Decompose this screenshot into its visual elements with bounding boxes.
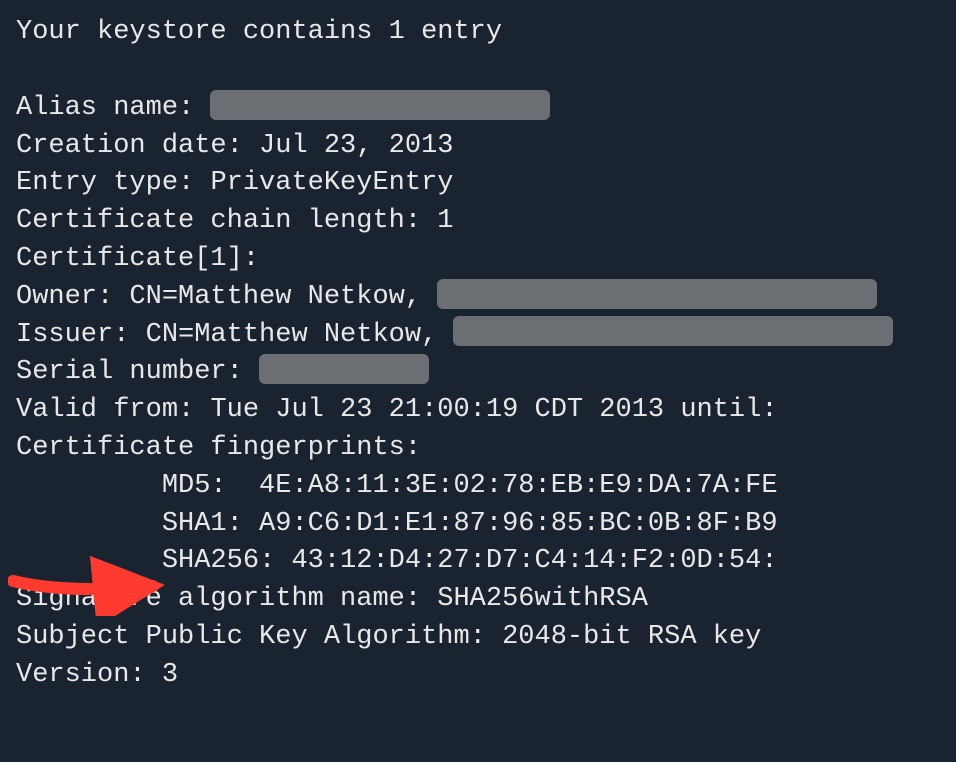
sha256-value: 43:12:D4:27:D7:C4:14:F2:0D:54: [291, 546, 777, 576]
issuer-redacted [453, 316, 893, 346]
creation-date-line: Creation date: Jul 23, 2013 [16, 128, 940, 166]
alias-label: Alias name: [16, 93, 210, 123]
serial-line: Serial number: [16, 354, 940, 392]
subj-pk-alg-value: 2048-bit RSA key [502, 622, 761, 652]
sha1-label: SHA1: [16, 509, 259, 539]
valid-from-label: Valid from: [16, 395, 210, 425]
keystore-header: Your keystore contains 1 entry [16, 14, 940, 52]
owner-label: Owner: [16, 282, 129, 312]
cert-chain-length-label: Certificate chain length: [16, 206, 437, 236]
issuer-line: Issuer: CN=Matthew Netkow, [16, 317, 940, 355]
owner-redacted [437, 279, 877, 309]
valid-until-label: until: [664, 395, 777, 425]
sha256-line: SHA256: 43:12:D4:27:D7:C4:14:F2:0D:54: [16, 543, 940, 581]
md5-label: MD5: [16, 471, 259, 501]
alias-redacted [210, 90, 550, 120]
subj-pk-alg-line: Subject Public Key Algorithm: 2048-bit R… [16, 619, 940, 657]
issuer-cn: CN=Matthew Netkow, [146, 320, 454, 350]
cert-chain-length-value: 1 [437, 206, 453, 236]
blank-line [16, 52, 940, 90]
version-line: Version: 3 [16, 657, 940, 695]
valid-from-line: Valid from: Tue Jul 23 21:00:19 CDT 2013… [16, 392, 940, 430]
md5-value: 4E:A8:11:3E:02:78:EB:E9:DA:7A:FE [259, 471, 777, 501]
subj-pk-alg-label: Subject Public Key Algorithm: [16, 622, 502, 652]
sig-alg-line: Signature algorithm name: SHA256withRSA [16, 581, 940, 619]
md5-line: MD5: 4E:A8:11:3E:02:78:EB:E9:DA:7A:FE [16, 468, 940, 506]
sha256-label: SHA256: [16, 546, 291, 576]
serial-redacted [259, 354, 429, 384]
owner-line: Owner: CN=Matthew Netkow, [16, 279, 940, 317]
valid-from-value: Tue Jul 23 21:00:19 CDT 2013 [210, 395, 664, 425]
sig-alg-value: SHA256withRSA [437, 584, 648, 614]
version-label: Version: [16, 660, 162, 690]
version-value: 3 [162, 660, 178, 690]
cert-chain-length-line: Certificate chain length: 1 [16, 203, 940, 241]
entry-type-line: Entry type: PrivateKeyEntry [16, 165, 940, 203]
creation-date-label: Creation date: [16, 131, 259, 161]
cert-index-line: Certificate[1]: [16, 241, 940, 279]
cert-fingerprints-label: Certificate fingerprints: [16, 430, 940, 468]
sig-alg-label: Signature algorithm name: [16, 584, 437, 614]
owner-cn: CN=Matthew Netkow, [129, 282, 437, 312]
sha1-value: A9:C6:D1:E1:87:96:85:BC:0B:8F:B9 [259, 509, 777, 539]
entry-type-value: PrivateKeyEntry [210, 168, 453, 198]
entry-type-label: Entry type: [16, 168, 210, 198]
creation-date-value: Jul 23, 2013 [259, 131, 453, 161]
issuer-label: Issuer: [16, 320, 146, 350]
serial-label: Serial number: [16, 357, 259, 387]
alias-line: Alias name: [16, 90, 940, 128]
sha1-line: SHA1: A9:C6:D1:E1:87:96:85:BC:0B:8F:B9 [16, 506, 940, 544]
